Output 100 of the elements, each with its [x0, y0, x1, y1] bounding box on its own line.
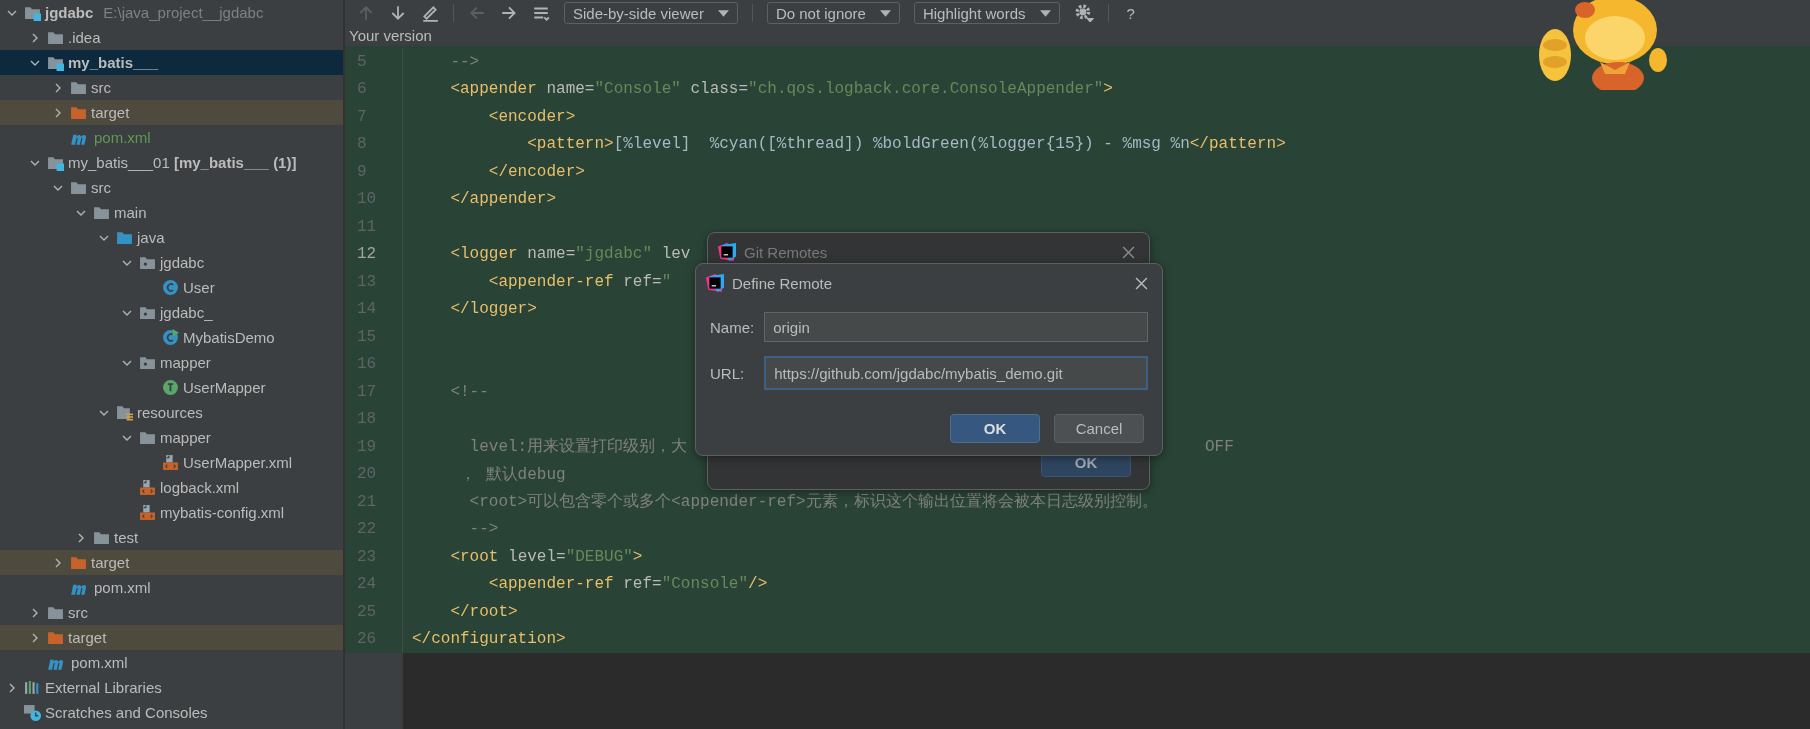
- chevron-right-icon[interactable]: [30, 607, 40, 618]
- package-icon: [139, 254, 156, 271]
- text-field[interactable]: origin: [764, 312, 1148, 342]
- app-logo-icon: [718, 243, 736, 261]
- tree-item[interactable]: java: [0, 225, 343, 250]
- code-line: <root level="DEBUG">: [449, 547, 643, 566]
- field-label: Name:: [710, 318, 755, 336]
- tree-item[interactable]: mapper: [0, 350, 343, 375]
- dialog-title: Git Remotes: [744, 243, 829, 261]
- chevron-right-icon[interactable]: [30, 632, 40, 643]
- tree-item[interactable]: UserMapper.xml: [0, 450, 343, 475]
- caret-icon: [717, 9, 729, 17]
- code-line: <root>可以包含零个或多个<appender-ref>元素，标识这个输出位置将会被本日志级别控制。: [468, 491, 1158, 513]
- chevron-right-icon[interactable]: [76, 532, 86, 543]
- resources-folder-icon: [116, 404, 133, 421]
- xml-file-icon: [139, 504, 156, 521]
- interface-icon: [162, 379, 179, 396]
- tree-item[interactable]: jgdabc_: [0, 300, 343, 325]
- arrow-right-icon[interactable]: [500, 4, 518, 22]
- tree-item[interactable]: main: [0, 200, 343, 225]
- tree-item[interactable]: jgdabc: [0, 250, 343, 275]
- cancel-button[interactable]: Cancel: [1054, 414, 1144, 443]
- folder-icon: [70, 179, 87, 196]
- tree-item[interactable]: MybatisDemo: [0, 325, 343, 350]
- folder-icon: [70, 104, 87, 121]
- xml-file-icon: [139, 479, 156, 496]
- folder-icon: [47, 629, 64, 646]
- close-icon[interactable]: [1135, 276, 1148, 290]
- code-line: <encoder>: [487, 107, 576, 126]
- code-line: ， 默认debug: [459, 464, 566, 485]
- tree-item[interactable]: mybatis-config.xml: [0, 500, 343, 525]
- tree-item[interactable]: Scratches and Consoles: [0, 700, 343, 725]
- dropdown[interactable]: Do not ignore: [766, 2, 900, 24]
- project-path: E:\java_project__jgdabc: [103, 4, 264, 21]
- dropdown[interactable]: Highlight words: [913, 2, 1060, 24]
- tree-item[interactable]: target: [0, 625, 343, 650]
- pane-title: Your version: [348, 26, 433, 46]
- chevron-right-icon[interactable]: [53, 82, 63, 93]
- tree-item[interactable]: target: [0, 100, 343, 125]
- folder-icon: [47, 29, 64, 46]
- tree-item[interactable]: pom.xml: [0, 650, 343, 675]
- code-fragment: OFF: [1205, 437, 1234, 456]
- tree-item[interactable]: .idea: [0, 25, 343, 50]
- module-folder-icon: [47, 54, 64, 71]
- settings-icon[interactable]: [1073, 4, 1094, 22]
- folder-icon: [70, 79, 87, 96]
- tree-item[interactable]: logback.xml: [0, 475, 343, 500]
- module-folder-icon: [47, 154, 64, 171]
- code-line: <appender-ref ref=": [487, 272, 672, 291]
- tree-item[interactable]: External Libraries: [0, 675, 343, 700]
- tree-item[interactable]: jgdabc E:\java_project__jgdabc: [0, 0, 343, 25]
- code-line: <!--: [449, 382, 489, 401]
- code-line: level:用来设置打印级别，大: [468, 437, 688, 458]
- tree-item[interactable]: pom.xml: [0, 575, 343, 600]
- text-field[interactable]: https://github.com/jgdabc/mybatis_demo.git: [764, 356, 1148, 390]
- chevron-right-icon[interactable]: [7, 682, 17, 693]
- chevron-right-icon[interactable]: [30, 32, 40, 43]
- tree-item[interactable]: UserMapper: [0, 375, 343, 400]
- tree-item[interactable]: my_batis___01 [my_batis___ (1)]: [0, 150, 343, 175]
- tree-item[interactable]: pom.xml: [0, 125, 343, 150]
- chevron-right-icon[interactable]: [53, 557, 63, 568]
- folder-icon: [47, 604, 64, 621]
- help-button[interactable]: ?: [1122, 4, 1139, 22]
- arrow-down-icon[interactable]: [389, 4, 407, 22]
- caret-icon: [1039, 9, 1051, 17]
- ok-button[interactable]: OK: [950, 414, 1040, 443]
- tree-item[interactable]: src: [0, 75, 343, 100]
- tree-item[interactable]: my_batis___: [0, 50, 343, 75]
- folder-icon: [93, 204, 110, 221]
- tree-item[interactable]: test: [0, 525, 343, 550]
- line-number: 12: [345, 240, 403, 268]
- class-icon: [162, 329, 179, 346]
- class-icon: [162, 279, 179, 296]
- chevron-right-icon[interactable]: [53, 107, 63, 118]
- xml-file-icon: [162, 454, 179, 471]
- package-icon: [139, 304, 156, 321]
- code-line: </appender>: [449, 190, 557, 209]
- code-line: <appender-ref ref="Console"/>: [487, 575, 768, 594]
- code-line: -->: [468, 520, 499, 539]
- tree-item[interactable]: src: [0, 600, 343, 625]
- code-line: </logger>: [449, 300, 537, 319]
- app-logo-icon: [706, 274, 724, 292]
- dropdown[interactable]: Side-by-side viewer: [564, 2, 738, 24]
- libraries-icon: [24, 679, 41, 696]
- tree-item[interactable]: resources: [0, 400, 343, 425]
- module-folder-icon: [24, 4, 41, 21]
- tree-item[interactable]: mapper: [0, 425, 343, 450]
- scratches-icon: [24, 704, 41, 721]
- tree-item[interactable]: User: [0, 275, 343, 300]
- pencil-icon[interactable]: [421, 4, 439, 22]
- field-label: URL:: [710, 364, 746, 382]
- code-line: <appender name="Console" class="ch.qos.logback.core.ConsoleAppender">: [449, 80, 1113, 99]
- caret-icon: [879, 9, 891, 17]
- dialog-title: Define Remote: [732, 274, 834, 292]
- code-line: <pattern>[%level] %cyan([%thread]) %boldGreen(%logger{15}) - %msg %n</pattern>: [526, 135, 1286, 154]
- code-line: </encoder>: [487, 162, 585, 181]
- tree-item[interactable]: src: [0, 175, 343, 200]
- tree-item[interactable]: target: [0, 550, 343, 575]
- folder-icon: [139, 429, 156, 446]
- folder-icon: [93, 529, 110, 546]
